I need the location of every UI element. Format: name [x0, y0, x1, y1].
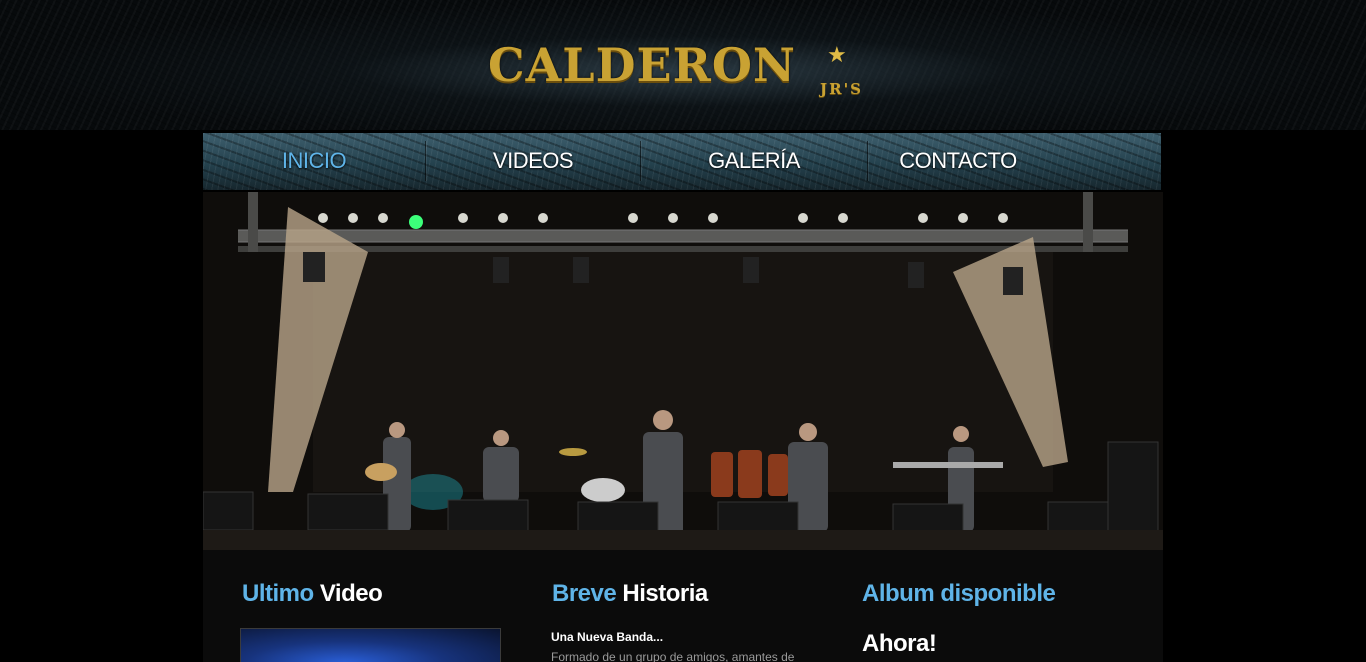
history-subtitle: Una Nueva Banda... — [551, 630, 664, 644]
main-nav: INICIO VIDEOS GALERÍA CONTACTO — [203, 133, 1161, 190]
album-title: Album disponible — [862, 580, 1056, 608]
latest-video-title-rest: Video — [319, 580, 383, 607]
history-title-rest: Historia — [622, 580, 708, 607]
hero-stage-photo — [203, 192, 1163, 550]
album-subtitle: Ahora! — [862, 630, 937, 657]
album-title-highlight: Album disponible — [862, 580, 1056, 607]
history-title: Breve Historia — [552, 580, 708, 608]
nav-item-videos[interactable]: VIDEOS — [426, 133, 640, 190]
site-header: CALDERON ★ JR'S — [0, 0, 1366, 130]
nav-item-contacto[interactable]: CONTACTO — [868, 133, 1048, 190]
site-logo[interactable]: CALDERON ★ JR'S — [488, 40, 888, 102]
stage-photo-illustration — [203, 192, 1163, 550]
star-icon: ★ — [827, 42, 847, 67]
nav-item-inicio[interactable]: INICIO — [203, 133, 425, 190]
latest-video-title-highlight: Ultimo — [242, 580, 314, 607]
history-body: Formado de un grupo de amigos, amantes d… — [551, 650, 795, 662]
logo-subtitle: JR'S — [820, 80, 863, 98]
logo-title: CALDERON — [488, 38, 796, 92]
latest-video-thumbnail[interactable] — [240, 628, 501, 662]
latest-video-title: Ultimo Video — [242, 580, 383, 608]
nav-item-galeria[interactable]: GALERÍA — [641, 133, 867, 190]
history-title-highlight: Breve — [552, 580, 617, 607]
